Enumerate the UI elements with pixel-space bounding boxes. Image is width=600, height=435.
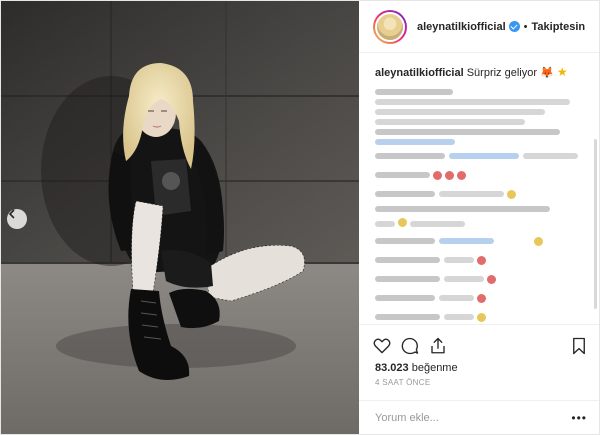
blurred-comment	[375, 206, 583, 230]
photo-image	[1, 1, 359, 434]
previous-photo-button[interactable]	[7, 209, 27, 229]
add-comment-bar: •••	[359, 400, 599, 434]
separator-dot: •	[523, 20, 528, 33]
instagram-post: aleynatilkiofficial • Takiptesin aleynat…	[0, 0, 600, 435]
caption-text: Sürpriz geliyor	[466, 67, 538, 79]
blurred-comment	[375, 290, 583, 306]
save-button[interactable]	[571, 337, 587, 355]
blurred-comment	[375, 309, 583, 324]
avatar-image	[375, 11, 405, 42]
blurred-comment	[375, 148, 583, 164]
action-bar	[359, 324, 599, 360]
comments-scrollbar[interactable]	[594, 139, 597, 309]
likes-label: beğenme	[411, 362, 458, 374]
more-options-button[interactable]: •••	[571, 411, 587, 425]
comment-icon	[401, 337, 419, 354]
comments-section: aleynatilkiofficial Sürpriz geliyor 🦊 ★	[359, 53, 599, 324]
likes-number: 83.023	[375, 362, 409, 374]
avatar[interactable]	[373, 9, 407, 44]
follow-status-button[interactable]: Takiptesin	[532, 21, 586, 33]
verified-badge-icon	[508, 21, 520, 32]
fox-face-emoji-icon: 🦊	[540, 67, 554, 79]
comment-input[interactable]	[375, 411, 572, 424]
likes-count[interactable]: 83.023 beğenme	[359, 360, 599, 376]
blurred-comment	[375, 186, 583, 202]
share-icon	[431, 337, 445, 353]
blurred-comment	[375, 252, 583, 268]
post-timestamp[interactable]: 4 SAAT ÖNCE	[359, 376, 599, 392]
star-emoji-icon: ★	[556, 65, 568, 79]
blurred-comment	[375, 129, 583, 145]
comment-button[interactable]	[401, 337, 419, 355]
heart-icon	[373, 338, 391, 354]
blurred-comment	[375, 167, 583, 183]
post-side-panel: aleynatilkiofficial • Takiptesin aleynat…	[359, 1, 599, 434]
like-button[interactable]	[373, 337, 391, 354]
caption: aleynatilkiofficial Sürpriz geliyor 🦊 ★	[375, 65, 583, 81]
blurred-comment	[375, 233, 583, 249]
post-header: aleynatilkiofficial • Takiptesin	[359, 1, 599, 53]
header-username[interactable]: aleynatilkiofficial	[417, 21, 506, 33]
blurred-comment	[375, 271, 583, 287]
share-button[interactable]	[429, 337, 447, 355]
bookmark-icon	[573, 337, 585, 354]
caption-username[interactable]: aleynatilkiofficial	[375, 67, 464, 79]
post-photo[interactable]	[1, 1, 359, 434]
chevron-left-icon	[8, 209, 15, 219]
blurred-comment	[375, 89, 583, 125]
